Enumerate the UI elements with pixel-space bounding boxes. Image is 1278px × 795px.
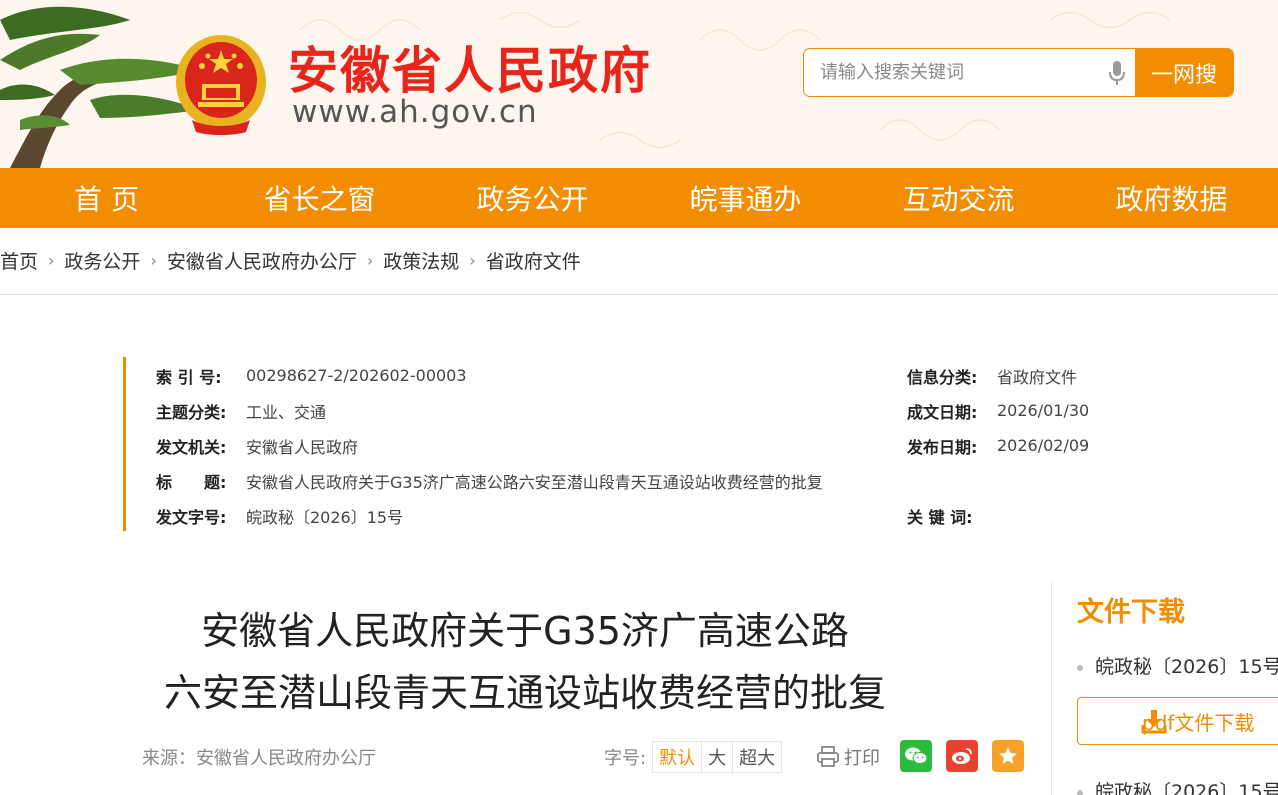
meta-label: 索 引 号: [156,367,222,387]
nav-item-gov-affairs[interactable]: 政务公开 [426,168,639,228]
meta-value: 2026/01/30 [997,401,1090,420]
nav-item-home[interactable]: 首 页 [0,168,213,228]
search-button[interactable]: 一网搜 [1135,49,1233,96]
meta-label: 标 题: [156,472,227,492]
nav-item-services[interactable]: 皖事通办 [639,168,852,228]
site-name: 安徽省人民政府 [288,42,652,100]
nav-item-governor[interactable]: 省长之窗 [213,168,426,228]
meta-label: 发文机关: [156,437,227,457]
breadcrumb-gov-affairs[interactable]: 政务公开 [64,247,140,274]
article-source: 来源：安徽省人民政府办公厅 [142,748,376,769]
meta-value: 皖政秘〔2026〕15号 [246,507,404,527]
download-icon [1141,710,1167,734]
wechat-icon[interactable] [900,740,932,772]
font-size-label: 字号: [604,748,647,769]
nav-item-interaction[interactable]: 互动交流 [852,168,1065,228]
breadcrumb-home[interactable]: 首页 [0,247,38,274]
side-panel-title: 文件下载 [1077,597,1185,628]
search-box: 一网搜 [803,48,1234,97]
side-file-item[interactable]: 皖政秘〔2026〕15号 [1077,777,1278,795]
meta-row-keywords: 关 键 词: [907,498,997,533]
microphone-icon[interactable] [1106,59,1128,87]
side-file-label: 皖政秘〔2026〕15号 [1095,656,1278,678]
chevron-right-icon: › [469,250,476,270]
meta-value: 2026/02/09 [997,436,1090,455]
chevron-right-icon: › [48,250,55,270]
bullet-icon [1077,664,1083,671]
divider [0,294,1278,295]
meta-value: 工业、交通 [246,402,327,422]
breadcrumb: 首页 › 政务公开 › 安徽省人民政府办公厅 › 政策法规 › 省政府文件 [0,236,581,284]
side-file-label: 皖政秘〔2026〕15号 [1095,781,1278,795]
breadcrumb-office[interactable]: 安徽省人民政府办公厅 [167,247,357,274]
side-file-item[interactable]: 皖政秘〔2026〕15号 [1077,652,1278,679]
main-nav: 首 页 省长之窗 政务公开 皖事通办 互动交流 政府数据 [0,168,1278,228]
meta-row-published-date: 发布日期: 2026/02/09 [907,428,1089,463]
article-title-line2: 六安至潜山段青天互通设站收费经营的批复 [163,671,886,715]
meta-row-docno: 发文字号: 皖政秘〔2026〕15号 [156,498,403,533]
meta-label: 发布日期: [907,437,978,457]
meta-label: 主题分类: [156,402,227,422]
meta-row-topic: 主题分类: 工业、交通 [156,393,326,428]
meta-row-index: 索 引 号: 00298627-2/202602-00003 [156,358,467,393]
chevron-right-icon: › [150,250,157,270]
nav-item-gov-data[interactable]: 政府数据 [1065,168,1278,228]
meta-label: 成文日期: [907,402,978,422]
document-meta: 索 引 号: 00298627-2/202602-00003 主题分类: 工业、… [123,357,1223,531]
meta-label: 发文字号: [156,507,227,527]
print-button[interactable]: 打印 [816,741,880,773]
meta-label: 关 键 词: [907,507,973,527]
breadcrumb-documents[interactable]: 省政府文件 [486,247,581,274]
pdf-download-button[interactable]: pdf文件下载 [1077,697,1278,745]
national-emblem-icon [176,35,266,135]
site-header: 安徽省人民政府 www.ah.gov.cn 一网搜 [0,0,1278,168]
print-label: 打印 [844,748,880,769]
meta-value: 安徽省人民政府关于G35济广高速公路六安至潜山段青天互通设站收费经营的批复 [246,472,823,492]
printer-icon [817,746,839,767]
meta-row-category: 信息分类: 省政府文件 [907,358,1077,393]
font-size-default-button[interactable]: 默认 [652,741,703,773]
search-input[interactable] [804,49,1134,96]
weibo-icon[interactable] [946,740,978,772]
breadcrumb-policy[interactable]: 政策法规 [383,247,459,274]
side-divider [1051,582,1052,795]
article-title-line1: 安徽省人民政府关于G35济广高速公路 [201,609,849,653]
font-size-xlarge-button[interactable]: 超大 [733,741,783,773]
meta-row-title: 标 题: 安徽省人民政府关于G35济广高速公路六安至潜山段青天互通设站收费经营的… [156,463,823,498]
font-size-switcher: 字号: 默认 大 超大 [604,741,783,773]
meta-value: 安徽省人民政府 [246,437,359,457]
meta-value: 省政府文件 [997,367,1078,387]
chevron-right-icon: › [366,250,374,270]
meta-row-issuer: 发文机关: 安徽省人民政府 [156,428,358,463]
bullet-icon [1077,789,1083,795]
favorite-icon[interactable] [992,740,1024,772]
meta-label: 信息分类: [907,367,978,387]
font-size-large-button[interactable]: 大 [702,741,734,773]
meta-value: 00298627-2/202602-00003 [246,366,467,385]
site-url: www.ah.gov.cn [292,94,538,130]
meta-row-written-date: 成文日期: 2026/01/30 [907,393,1089,428]
